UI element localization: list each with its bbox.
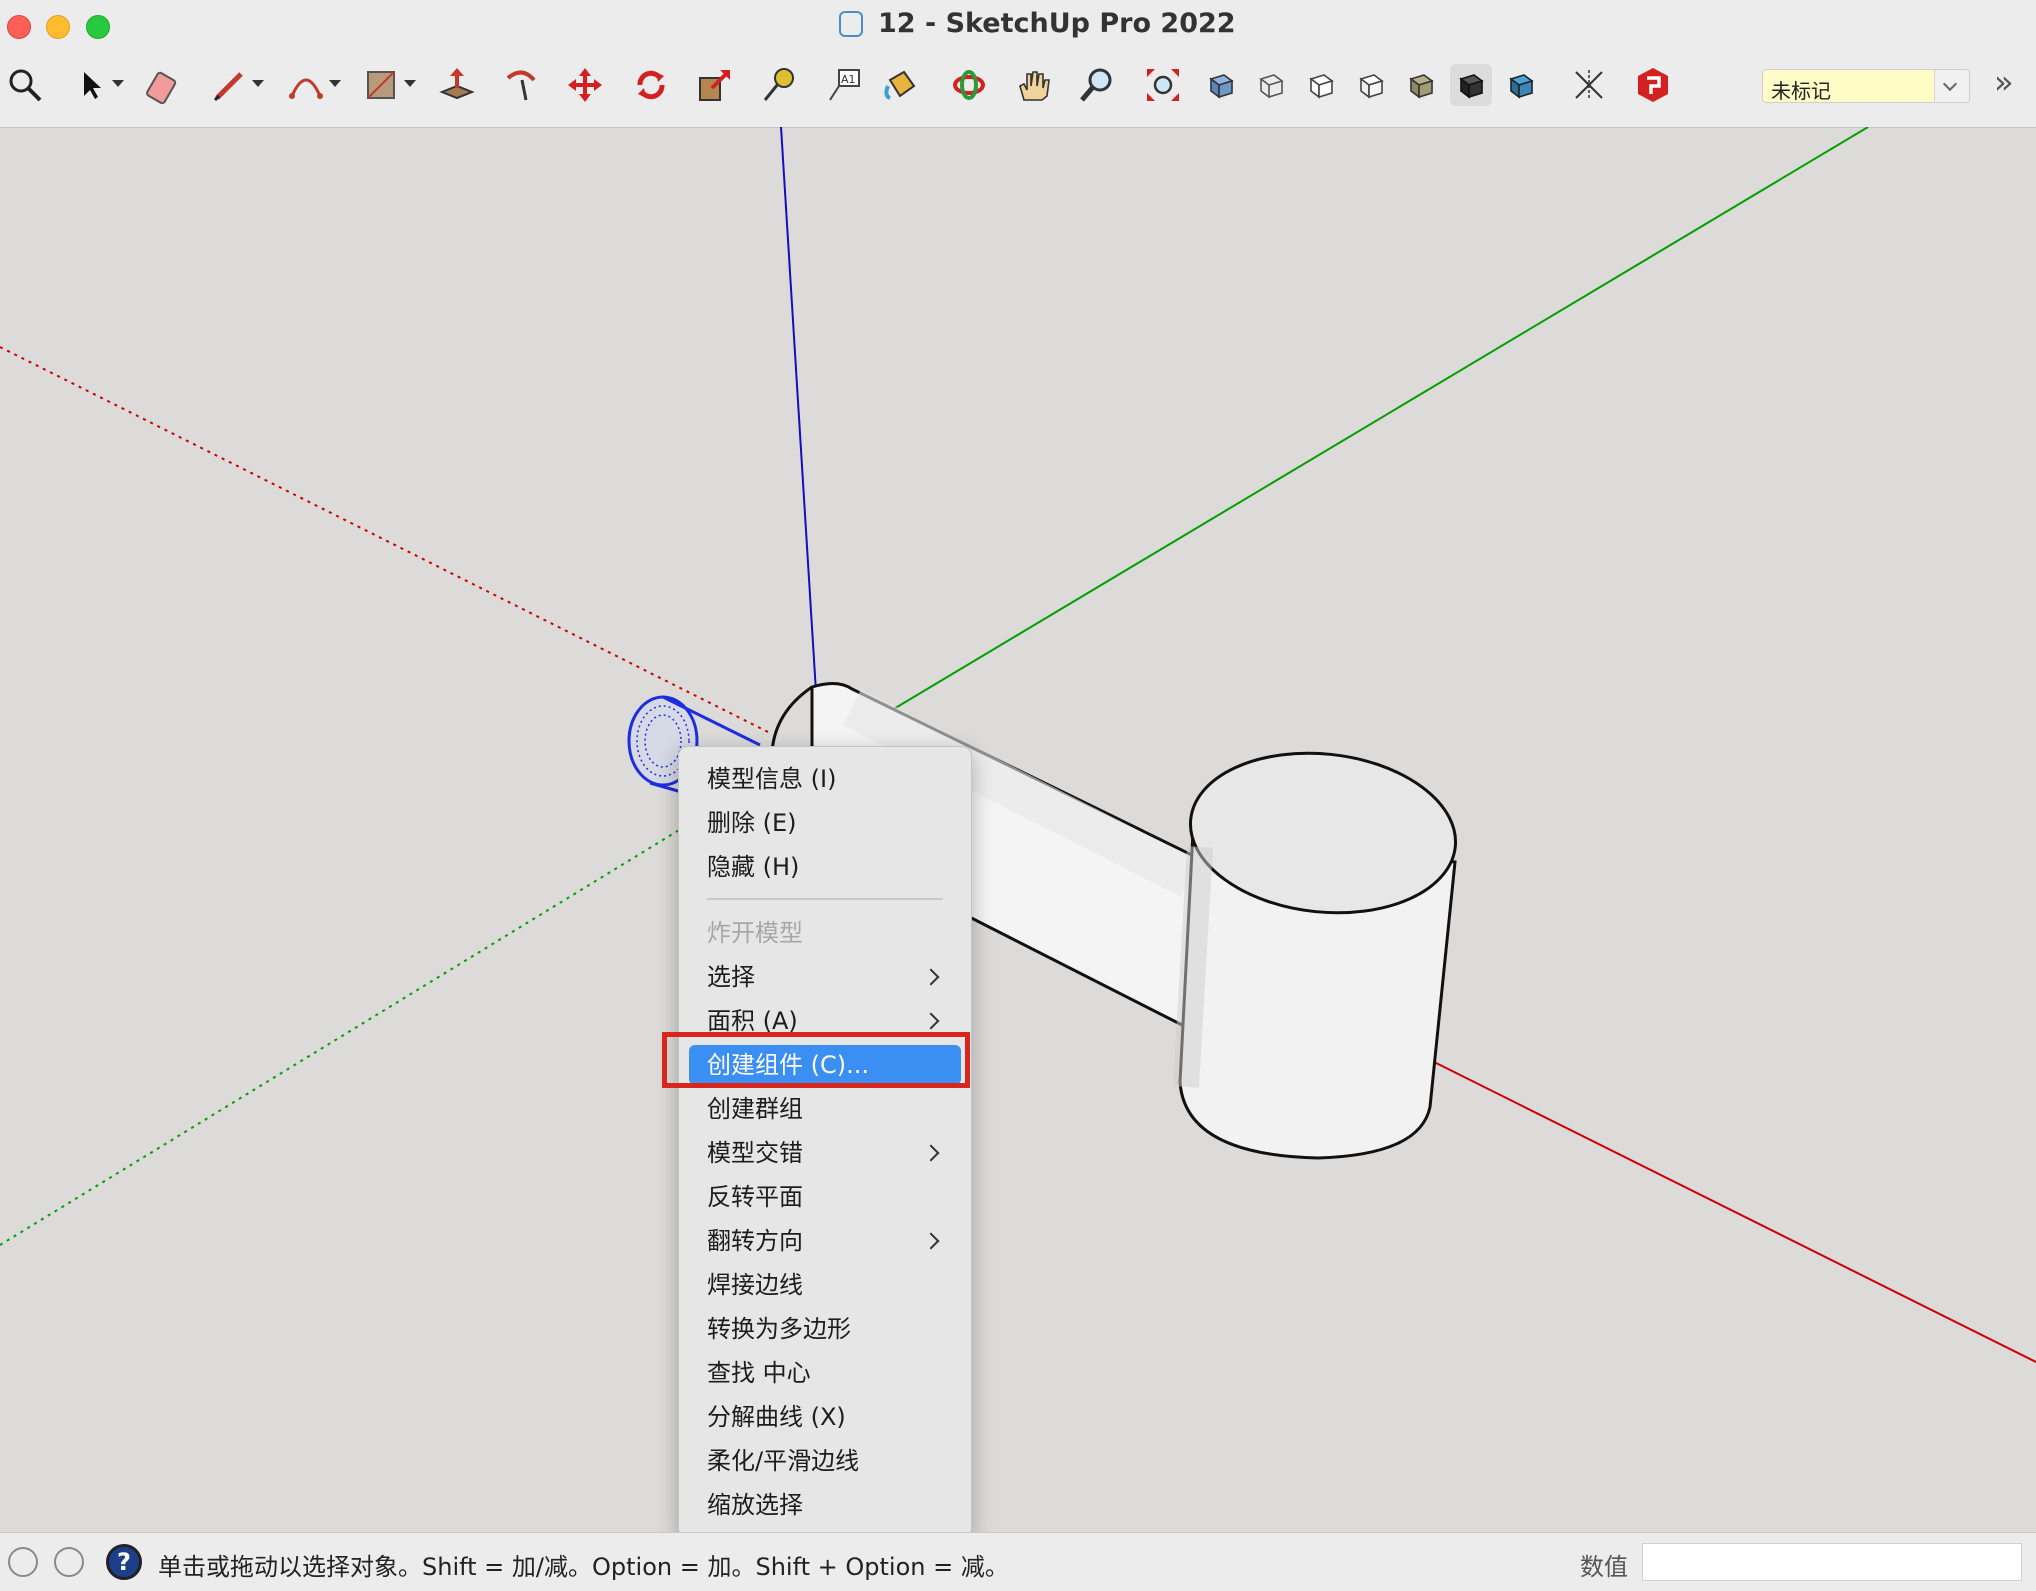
window-title: 12 - SketchUp Pro 2022 <box>878 8 1236 39</box>
blue-axis <box>780 127 817 693</box>
menu-item-make-group[interactable]: 创建群组 <box>689 1089 961 1129</box>
status-bar: ? 单击或拖动以选择对象。Shift = 加/减。Option = 加。Shif… <box>0 1532 2036 1591</box>
scale-icon[interactable] <box>694 64 736 106</box>
minimize-window-button[interactable] <box>46 15 70 39</box>
menu-item-flip-along[interactable]: 翻转方向 <box>689 1221 961 1261</box>
help-icon[interactable]: ? <box>106 1544 142 1580</box>
chevron-right-icon <box>922 1232 940 1250</box>
section-plane-icon[interactable] <box>1500 64 1542 106</box>
eraser-icon[interactable] <box>143 64 185 106</box>
chevron-right-icon <box>922 1012 940 1030</box>
menu-item-delete[interactable]: 删除 (E) <box>689 803 961 843</box>
select-dropdown-caret[interactable] <box>112 80 124 87</box>
sketchup-app-icon <box>839 11 863 37</box>
pencil-line-icon[interactable] <box>209 64 251 106</box>
tag-select-dropdown[interactable] <box>1934 70 1969 102</box>
arc-dropdown-caret[interactable] <box>329 80 341 87</box>
shaded-textures-icon[interactable] <box>1400 64 1442 106</box>
tag-select[interactable]: 未标记 <box>1762 69 1970 103</box>
menu-separator <box>707 898 943 900</box>
tape-measure-icon[interactable] <box>758 64 800 106</box>
toolbar-overflow-icon[interactable]: » <box>1994 66 2014 98</box>
pan-hand-icon[interactable] <box>1012 64 1054 106</box>
rectangle-icon[interactable] <box>360 64 402 106</box>
xray-style-icon[interactable] <box>1200 64 1242 106</box>
menu-item-find-center[interactable]: 查找 中心 <box>689 1353 961 1393</box>
green-axis-negative <box>0 760 793 1246</box>
arc-icon[interactable] <box>285 64 327 106</box>
red-axis-negative <box>0 346 773 735</box>
rotate-icon[interactable] <box>630 64 672 106</box>
svg-text:A1: A1 <box>841 73 856 86</box>
menu-item-explode: 炸开模型 <box>707 919 803 947</box>
status-hint-text: 单击或拖动以选择对象。Shift = 加/减。Option = 加。Shift … <box>158 1553 1009 1581</box>
follow-me-icon[interactable] <box>500 64 542 106</box>
shaded-style-icon[interactable] <box>1350 64 1392 106</box>
axes-icon[interactable] <box>1568 64 1610 106</box>
maximize-window-button[interactable] <box>86 15 110 39</box>
orbit-icon[interactable] <box>948 64 990 106</box>
menu-item-explode-curve[interactable]: 分解曲线 (X) <box>689 1397 961 1437</box>
select-arrow-icon[interactable] <box>70 64 112 106</box>
chevron-right-icon <box>922 968 940 986</box>
hidden-line-style-icon[interactable] <box>1300 64 1342 106</box>
close-window-button[interactable] <box>7 15 31 39</box>
green-axis <box>891 127 1869 711</box>
annotation-highlight-box <box>662 1032 970 1088</box>
line-dropdown-caret[interactable] <box>252 80 264 87</box>
chevron-down-icon <box>1942 76 1958 92</box>
move-icon[interactable] <box>564 64 606 106</box>
credits-info-icon[interactable] <box>54 1547 84 1577</box>
chevron-right-icon <box>922 1144 940 1162</box>
geolocation-icon[interactable] <box>8 1547 38 1577</box>
menu-item-hide[interactable]: 隐藏 (H) <box>689 847 961 887</box>
menu-item-weld-edges[interactable]: 焊接边线 <box>689 1265 961 1305</box>
search-icon[interactable] <box>4 64 46 106</box>
zoom-icon[interactable] <box>1076 64 1118 106</box>
menu-item-zoom-selection[interactable]: 缩放选择 <box>689 1485 961 1525</box>
menu-item-model-info[interactable]: 模型信息 (I) <box>689 759 961 799</box>
shape-dropdown-caret[interactable] <box>404 80 416 87</box>
red-axis <box>1411 1050 2036 1363</box>
extension-warehouse-icon[interactable] <box>1632 64 1674 106</box>
menu-item-intersect-faces[interactable]: 模型交错 <box>689 1133 961 1173</box>
menu-item-convert-to-polygon[interactable]: 转换为多边形 <box>689 1309 961 1349</box>
wireframe-style-icon[interactable] <box>1250 64 1292 106</box>
paint-bucket-icon[interactable] <box>880 64 922 106</box>
context-menu: 模型信息 (I) 删除 (E) 隐藏 (H) 炸开模型 选择 面积 (A) 创建… <box>678 746 972 1538</box>
menu-item-soften-edges[interactable]: 柔化/平滑边线 <box>689 1441 961 1481</box>
push-pull-icon[interactable] <box>436 64 478 106</box>
tag-select-value: 未标记 <box>1771 79 1831 103</box>
menu-item-select[interactable]: 选择 <box>689 957 961 997</box>
text-label-icon[interactable]: A1 <box>823 64 865 106</box>
drawing-viewport[interactable] <box>0 127 2036 1532</box>
measurements-input[interactable] <box>1642 1543 2022 1581</box>
zoom-extents-icon[interactable] <box>1142 64 1184 106</box>
measurements-label: 数值 <box>1580 1553 1628 1581</box>
monochrome-style-icon[interactable] <box>1450 64 1492 106</box>
menu-item-reverse-faces[interactable]: 反转平面 <box>689 1177 961 1217</box>
title-bar: 12 - SketchUp Pro 2022 A1 未标记 » <box>0 0 2036 128</box>
